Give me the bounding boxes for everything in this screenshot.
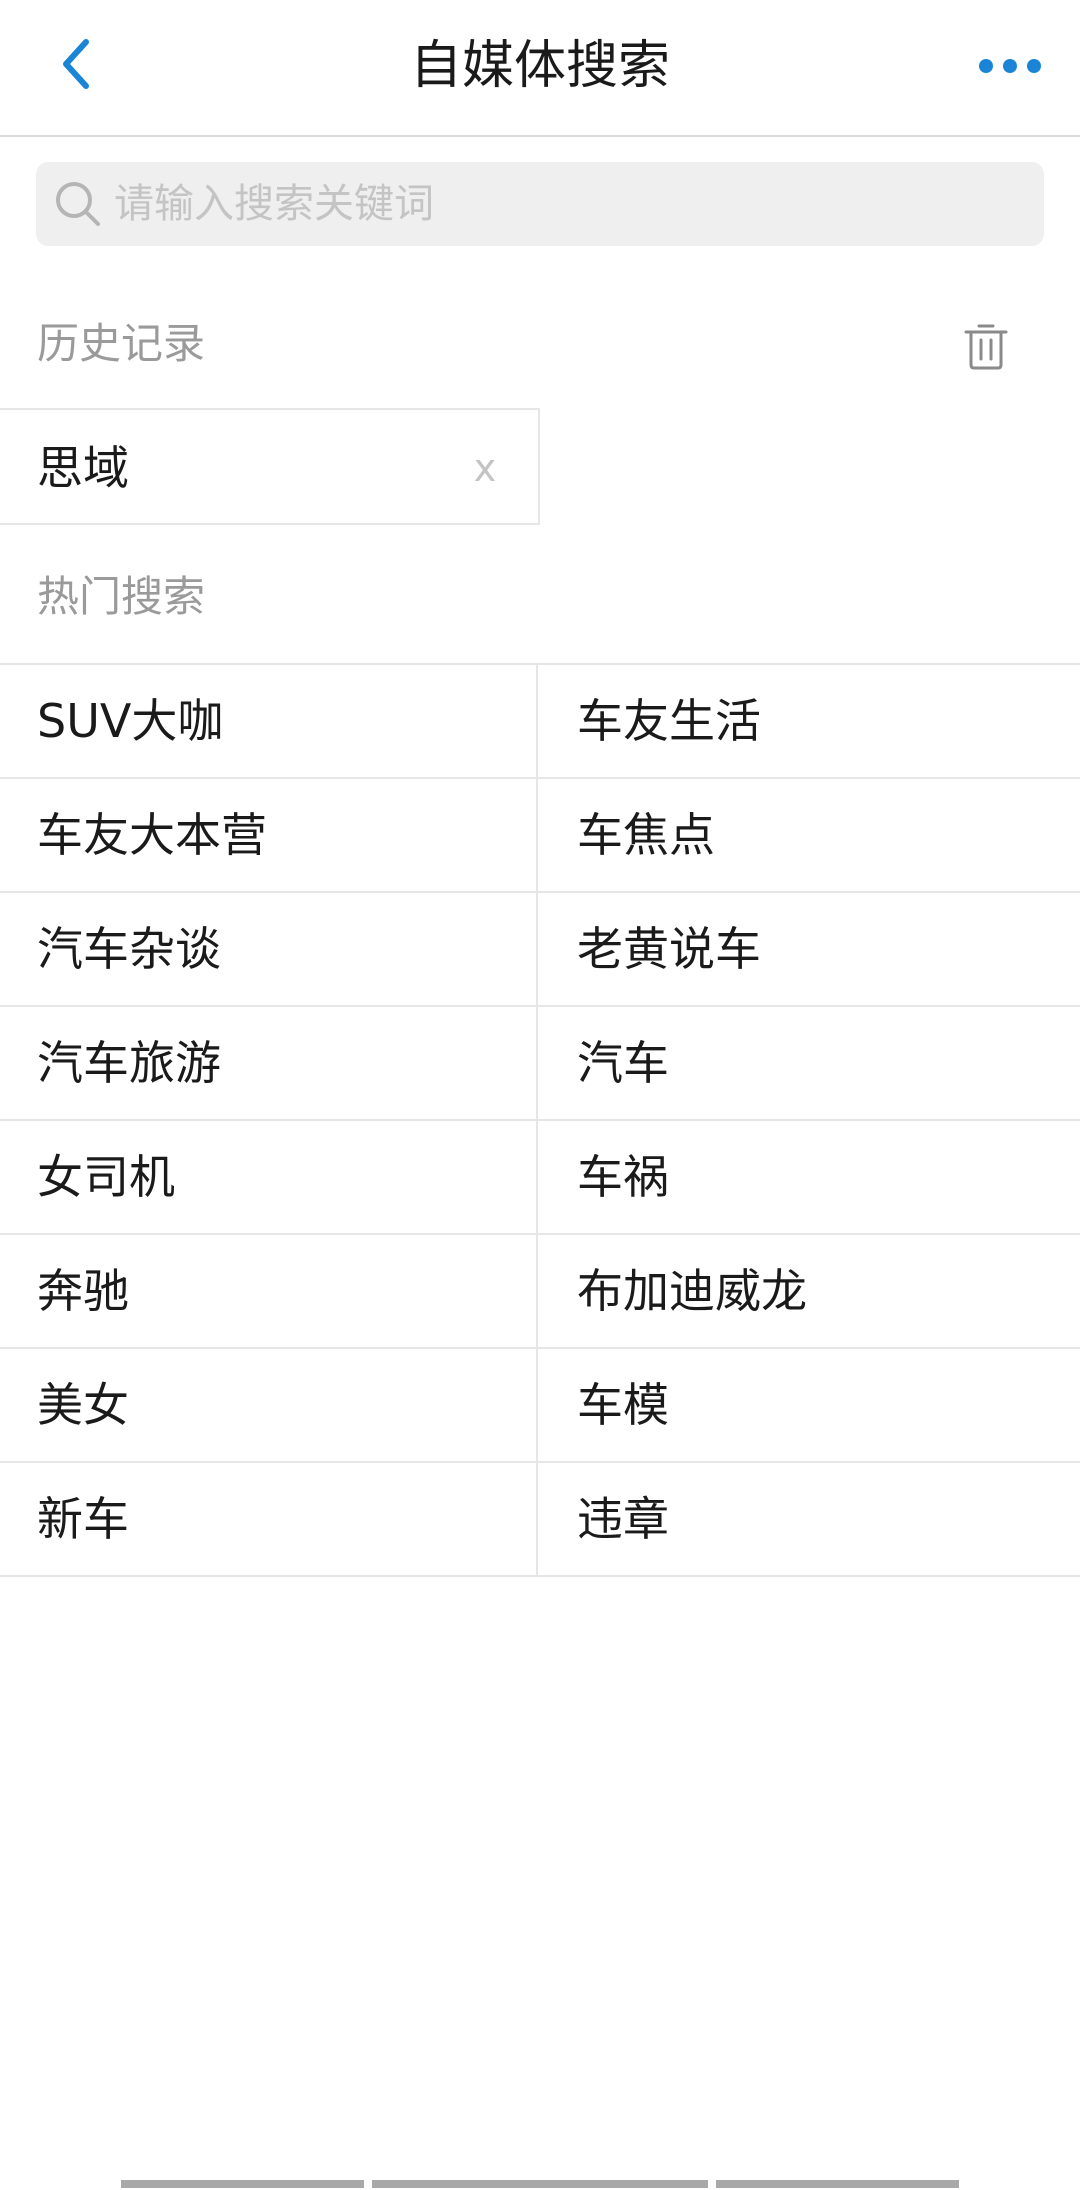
hot-search-label: 车友生活 <box>577 694 761 748</box>
search-page: 自媒体搜索 历史记录 思域 x 热门搜索 <box>0 0 1080 2190</box>
page-title: 自媒体搜索 <box>409 36 670 96</box>
hot-search-label: SUV大咖 <box>37 694 224 748</box>
more-button[interactable] <box>970 36 1050 96</box>
hot-search-label: 老黄说车 <box>577 922 761 976</box>
hot-search-heading: 热门搜索 <box>37 572 206 621</box>
hot-search-label: 车焦点 <box>577 808 715 862</box>
hot-search-label: 汽车旅游 <box>37 1036 221 1090</box>
hot-search-item[interactable]: 车焦点 <box>538 779 1080 893</box>
history-item[interactable]: 思域 x <box>0 408 540 525</box>
hot-search-item[interactable]: 布加迪威龙 <box>538 1235 1080 1349</box>
hot-search-label: 女司机 <box>37 1150 175 1204</box>
hot-search-item[interactable]: 新车 <box>0 1463 538 1577</box>
more-horizontal-icon <box>979 59 1041 73</box>
hot-search-item[interactable]: 老黄说车 <box>538 893 1080 1007</box>
bottom-gesture-bar <box>0 2180 1080 2190</box>
hot-search-item[interactable]: 车模 <box>538 1349 1080 1463</box>
nav-header: 自媒体搜索 <box>0 0 1080 137</box>
search-icon <box>56 182 100 226</box>
hot-search-item[interactable]: 汽车 <box>538 1007 1080 1121</box>
hot-search-item[interactable]: 车友大本营 <box>0 779 538 893</box>
hot-search-label: 汽车 <box>577 1036 669 1090</box>
gesture-bar-segment <box>372 2180 708 2188</box>
hot-search-item[interactable]: 女司机 <box>0 1121 538 1235</box>
hot-search-label: 美女 <box>37 1378 129 1432</box>
hot-search-item[interactable]: 奔驰 <box>0 1235 538 1349</box>
hot-search-item[interactable]: 车友生活 <box>538 665 1080 779</box>
hot-search-item[interactable]: 汽车旅游 <box>0 1007 538 1121</box>
hot-search-item[interactable]: SUV大咖 <box>0 665 538 779</box>
hot-search-label: 汽车杂谈 <box>37 922 221 976</box>
hot-search-label: 违章 <box>577 1492 669 1546</box>
hot-search-item[interactable]: 车祸 <box>538 1121 1080 1235</box>
gesture-bar-segment <box>121 2180 364 2188</box>
hot-search-label: 车祸 <box>577 1150 669 1204</box>
hot-search-label: 车模 <box>577 1378 669 1432</box>
hot-search-label: 新车 <box>37 1492 129 1546</box>
clear-history-button[interactable] <box>956 316 1016 376</box>
search-input[interactable] <box>114 169 1014 239</box>
hot-search-grid: SUV大咖 车友生活 车友大本营 车焦点 汽车杂谈 老黄说车 汽车旅游 汽车 女… <box>0 663 1080 1577</box>
remove-history-button[interactable]: x <box>460 440 510 496</box>
hot-search-item[interactable]: 美女 <box>0 1349 538 1463</box>
trash-icon <box>964 324 1008 370</box>
hot-search-label: 奔驰 <box>37 1264 129 1318</box>
hot-search-label: 布加迪威龙 <box>577 1264 807 1318</box>
search-bar[interactable] <box>36 162 1044 246</box>
hot-search-item[interactable]: 汽车杂谈 <box>0 893 538 1007</box>
history-item-label: 思域 <box>37 441 129 495</box>
gesture-bar-segment <box>716 2180 959 2188</box>
hot-search-item[interactable]: 违章 <box>538 1463 1080 1577</box>
history-heading: 历史记录 <box>37 319 206 368</box>
hot-search-label: 车友大本营 <box>37 808 267 862</box>
